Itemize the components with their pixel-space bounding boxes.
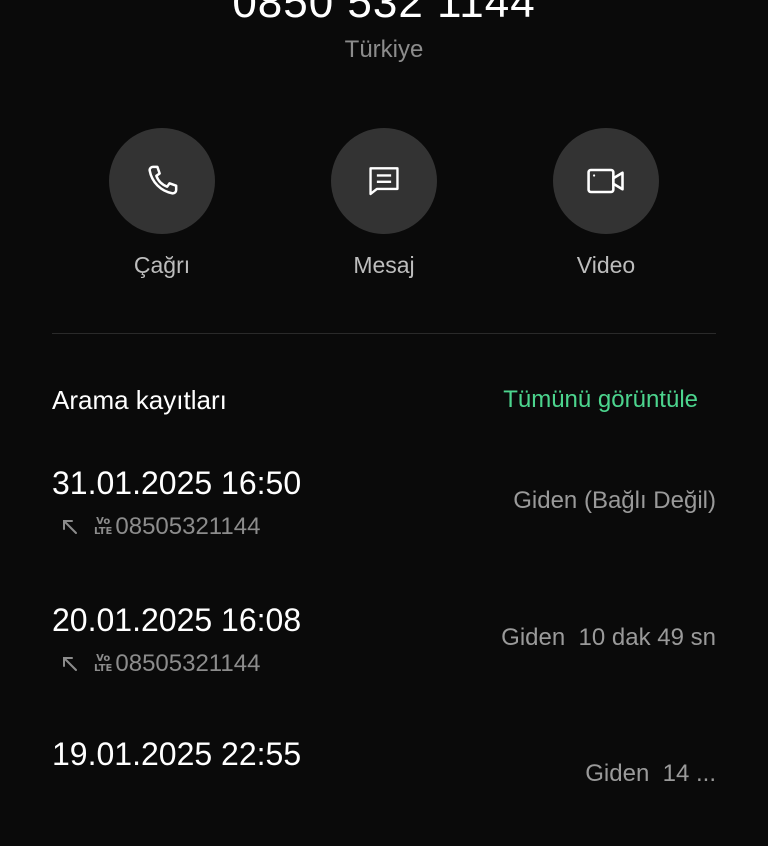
volte-badge-icon: Vo LTE — [94, 516, 113, 537]
call-logs-title: Arama kayıtları — [52, 385, 227, 415]
contact-country: Türkiye — [344, 36, 424, 63]
message-label: Mesaj — [353, 252, 415, 278]
call-log-datetime: 19.01.2025 22:55 — [52, 736, 302, 772]
message-icon — [369, 167, 399, 196]
video-camera-icon — [587, 168, 624, 194]
call-log-status: Giden 10 dak 49 sn — [501, 624, 716, 651]
call-label: Çağrı — [133, 252, 191, 278]
call-log-number: 08505321144 — [115, 650, 261, 677]
call-log-row[interactable]: 31.01.2025 16:50 Vo LTE 08505321144 Giden… — [0, 465, 768, 575]
call-action[interactable]: Çağrı — [92, 128, 232, 279]
message-button[interactable] — [331, 128, 437, 234]
contact-phone-number: 0850 532 1144 — [232, 0, 536, 27]
call-log-number: 08505321144 — [115, 513, 261, 540]
call-button[interactable] — [109, 128, 215, 234]
volte-badge-icon: Vo LTE — [94, 653, 113, 674]
video-action[interactable]: Video — [536, 128, 676, 279]
video-label: Video — [576, 252, 636, 278]
message-action[interactable]: Mesaj — [314, 128, 454, 279]
call-log-details: Vo LTE 08505321144 — [60, 650, 260, 678]
call-log-row[interactable]: 19.01.2025 22:55 Giden 14 ... — [0, 736, 768, 846]
call-log-status: Giden 14 ... — [585, 760, 716, 787]
outgoing-call-arrow-icon — [63, 657, 77, 671]
phone-icon — [148, 165, 178, 195]
call-log-details: Vo LTE 08505321144 — [60, 513, 260, 541]
call-log-datetime: 20.01.2025 16:08 — [52, 602, 302, 638]
call-log-row[interactable]: 20.01.2025 16:08 Vo LTE 08505321144 Giden… — [0, 602, 768, 712]
video-button[interactable] — [553, 128, 659, 234]
outgoing-call-arrow-icon — [63, 520, 77, 534]
section-divider — [52, 333, 716, 334]
view-all-link[interactable]: Tümünü görüntüle — [503, 386, 698, 414]
call-log-datetime: 31.01.2025 16:50 — [52, 465, 302, 501]
call-log-status: Giden (Bağlı Değil) — [513, 487, 716, 514]
